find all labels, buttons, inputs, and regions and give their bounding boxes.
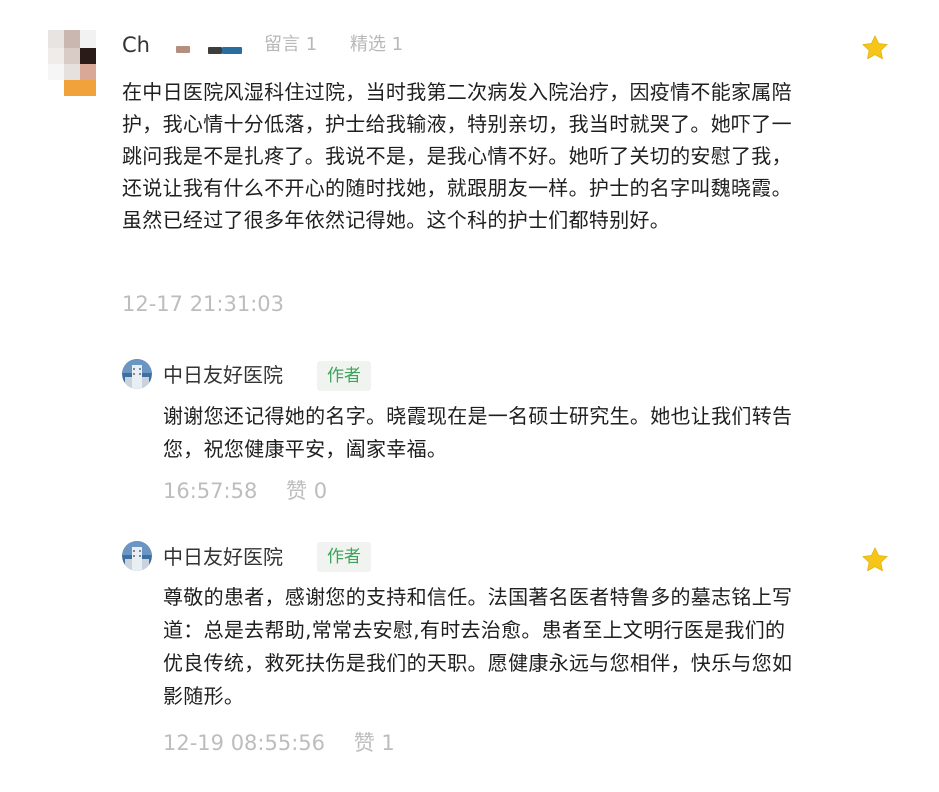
reply-like-count[interactable]: 赞 1 [354, 731, 395, 755]
commenter-avatar[interactable] [48, 30, 96, 96]
reply-count-label: 留言 1 [264, 34, 318, 55]
reply-timestamp: 12-19 08:55:56 [163, 731, 326, 755]
reply-author-avatar[interactable] [122, 359, 152, 389]
reply-content: 尊敬的患者，感谢您的支持和信任。法国著名医者特鲁多的墓志铭上写道：总是去帮助,常… [163, 585, 793, 708]
hospital-building-icon [122, 359, 152, 389]
hospital-building-icon [122, 541, 152, 571]
star-icon[interactable] [860, 545, 890, 575]
reply-author-name[interactable]: 中日友好医院 [163, 543, 283, 571]
reply-meta: 16:57:58 赞 0 [163, 477, 327, 505]
star-icon[interactable] [860, 33, 890, 63]
featured-count-label: 精选 1 [350, 34, 404, 55]
author-badge: 作者 [317, 542, 371, 572]
comment-timestamp: 12-17 21:31:03 [122, 292, 285, 316]
reply-meta: 12-19 08:55:56 赞 1 [163, 729, 395, 757]
reply-author-name[interactable]: 中日友好医院 [163, 361, 283, 389]
reply-timestamp: 16:57:58 [163, 479, 258, 503]
reply-content: 谢谢您还记得她的名字。晓霞现在是一名硕士研究生。她也让我们转告您，祝您健康平安，… [163, 404, 793, 461]
reply-author-avatar[interactable] [122, 541, 152, 571]
author-badge: 作者 [317, 361, 371, 391]
nickname-redaction [176, 46, 246, 56]
comment-content: 在中日医院风湿科住过院，当时我第二次病发入院治疗，因疫情不能家属陪护，我心情十分… [122, 80, 792, 232]
commenter-nickname[interactable]: Ch [122, 31, 150, 59]
reply-like-count[interactable]: 赞 0 [286, 479, 327, 503]
